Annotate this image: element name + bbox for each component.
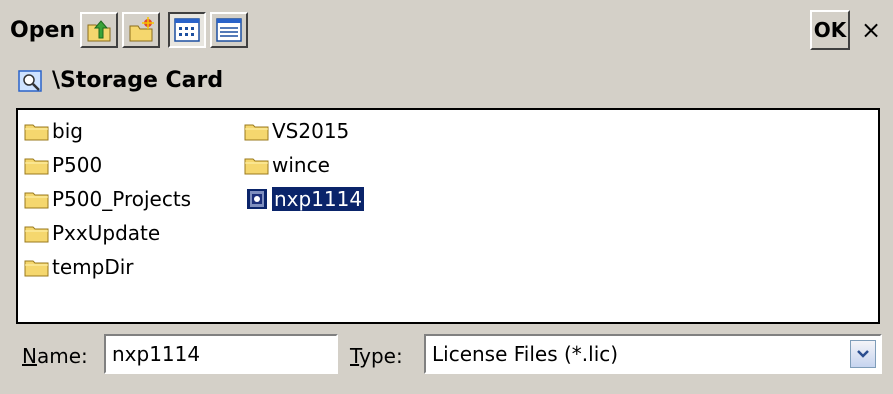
list-item[interactable]: P500 — [24, 148, 102, 182]
close-button[interactable]: × — [852, 10, 890, 50]
current-path: \Storage Card — [52, 68, 224, 93]
folder-icon — [24, 192, 49, 209]
file-list[interactable]: big P500 P500_Projects PxxUpdate tempDir — [16, 108, 880, 324]
folder-icon — [244, 124, 269, 141]
up-folder-button[interactable] — [80, 12, 118, 48]
type-label-rest: ype: — [359, 344, 403, 368]
folder-icon — [24, 124, 49, 141]
list-view-button[interactable] — [168, 12, 206, 48]
list-view-icon — [174, 18, 200, 42]
folder-icon — [24, 260, 49, 277]
name-input[interactable]: nxp1114 — [104, 334, 338, 374]
bottom-bar: Name: nxp1114 Type: License Files (*.lic… — [0, 326, 893, 394]
list-item[interactable]: PxxUpdate — [24, 216, 160, 250]
ok-button[interactable]: OK — [810, 10, 850, 50]
license-file-icon — [247, 189, 267, 209]
folder-icon — [244, 158, 269, 175]
list-item-label: tempDir — [52, 255, 134, 279]
list-item[interactable]: P500_Projects — [24, 182, 191, 216]
name-label-accelerator: N — [22, 344, 37, 368]
type-label: Type: — [350, 344, 403, 368]
name-label-rest: ame: — [36, 344, 88, 368]
chevron-down-icon — [857, 350, 869, 358]
new-folder-icon — [129, 17, 154, 42]
folder-icon — [24, 158, 49, 175]
list-item[interactable]: big — [24, 114, 83, 148]
list-item-label: PxxUpdate — [52, 221, 161, 245]
details-view-icon — [216, 18, 242, 42]
list-item-label: P500 — [52, 153, 103, 177]
name-label: Name: — [22, 344, 88, 368]
type-dropdown-button[interactable] — [850, 340, 876, 368]
type-select-value: License Files (*.lic) — [432, 342, 619, 366]
list-item[interactable]: tempDir — [24, 250, 134, 284]
list-item-selected[interactable]: nxp1114 — [244, 182, 366, 216]
list-item-label: wince — [272, 153, 330, 177]
new-folder-button[interactable] — [122, 12, 160, 48]
type-select[interactable]: License Files (*.lic) — [424, 334, 882, 374]
type-label-accelerator: T — [350, 344, 360, 368]
folder-search-icon — [18, 70, 42, 92]
dialog-title: Open — [10, 18, 76, 43]
details-view-button[interactable] — [210, 12, 248, 48]
list-item[interactable]: VS2015 — [244, 114, 349, 148]
list-item-label: VS2015 — [272, 119, 350, 143]
list-item[interactable]: wince — [244, 148, 330, 182]
title-bar: Open OK × — [0, 0, 893, 62]
list-item-label: big — [52, 119, 83, 143]
folder-icon — [24, 226, 49, 243]
list-item-label: nxp1114 — [270, 186, 366, 212]
path-bar: \Storage Card — [0, 62, 893, 100]
up-folder-icon — [87, 20, 111, 42]
list-item-label: P500_Projects — [52, 187, 192, 211]
